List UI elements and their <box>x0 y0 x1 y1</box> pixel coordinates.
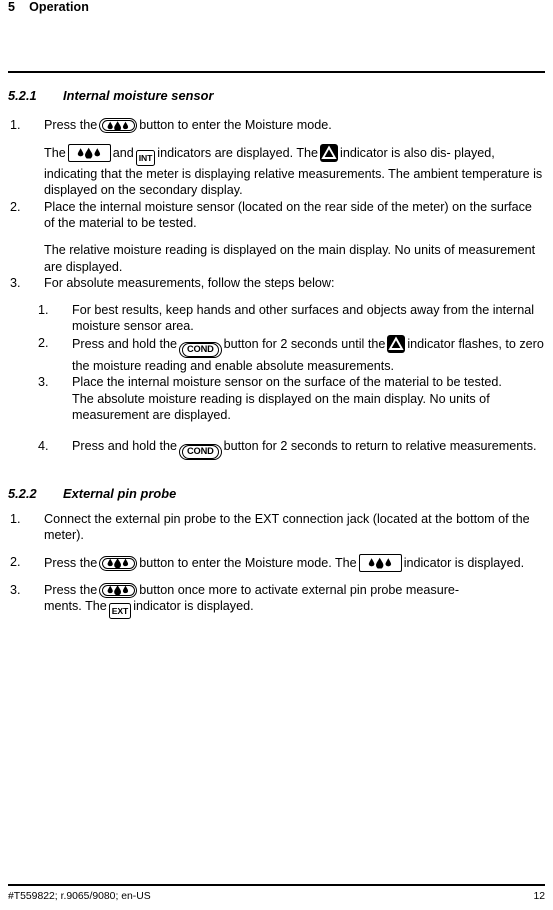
moisture-indicator-icon <box>358 553 402 572</box>
list-marker: 1. <box>38 302 49 317</box>
cond-button-inner: COND <box>182 342 219 357</box>
cond-button-inner: COND <box>182 444 219 459</box>
note-text-1: The <box>44 145 66 160</box>
step-text: For absolute measurements, follow the st… <box>44 276 335 291</box>
document-id: #T559822; r.9065/9080; en-US <box>8 891 151 902</box>
water-drops-glyph <box>360 557 401 569</box>
absolute-measurement-step-list: 1. For best results, keep hands and othe… <box>36 302 545 460</box>
cond-button-icon: COND <box>179 443 222 460</box>
page-content: 5.2.1 Internal moisture sensor 1. Press t… <box>8 88 545 620</box>
list-marker: 4. <box>38 438 49 453</box>
list-marker: 2. <box>10 199 21 214</box>
moisture-button-icon <box>99 555 138 571</box>
step-text-3: ments. The <box>44 599 107 614</box>
section-title: Internal moisture sensor <box>63 88 214 103</box>
note-text-4: indicator is also dis- <box>340 145 451 160</box>
step-text: Press the <box>44 118 98 132</box>
chapter-number: 5 <box>8 0 16 14</box>
list-marker: 3. <box>10 582 21 597</box>
substep-text-2: button for 2 seconds to return to relati… <box>223 438 537 453</box>
section-number: 5.2.2 <box>8 485 37 501</box>
step-text-4: indicator is displayed. <box>133 599 254 614</box>
external-probe-step-list: 1. Connect the external pin probe to the… <box>8 511 545 620</box>
step-text: Connect the external pin probe to the EX… <box>44 511 530 543</box>
list-item: 3. For absolute measurements, follow the… <box>8 275 545 292</box>
step-text-1: Press the <box>44 555 98 570</box>
list-item: 3. Place the internal moisture sensor on… <box>36 374 545 424</box>
step-text-1: Press the <box>44 582 98 597</box>
list-item: 1. Press the button to enter the Moisture… <box>8 117 545 134</box>
cond-label: COND <box>187 445 214 456</box>
delta-indicator-icon <box>320 143 339 162</box>
list-item: 2. Place the internal moisture sensor (l… <box>8 199 545 232</box>
chapter-title: Operation <box>29 0 89 14</box>
list-marker: 1. <box>10 118 21 132</box>
running-header: 5 Operation <box>8 0 89 14</box>
step-text-2: button to enter the Moisture mode. The <box>139 555 357 570</box>
substep-text-2: button for 2 seconds until the <box>223 336 386 351</box>
moisture-button-icon <box>99 118 138 133</box>
list-marker: 3. <box>10 276 21 291</box>
step-text-continued: button to enter the Moisture mode. <box>139 118 332 132</box>
header-divider <box>8 71 545 73</box>
absolute-measurement-substeps-wrapper: 1. For best results, keep hands and othe… <box>8 302 545 460</box>
section-heading-internal-moisture-sensor: 5.2.1 Internal moisture sensor <box>8 88 545 103</box>
substep-text-1: Press and hold the <box>72 336 178 351</box>
page-footer: #T559822; r.9065/9080; en-US 12 <box>8 891 545 902</box>
list-marker: 2. <box>10 554 21 569</box>
moisture-indicator-icon <box>67 143 111 162</box>
substep-text: For best results, keep hands and other s… <box>72 302 535 334</box>
int-indicator-icon: INT <box>135 149 156 166</box>
water-drops-glyph <box>100 585 136 596</box>
list-marker: 3. <box>38 375 49 390</box>
list-item: 2. Press the button to enter the Moisture… <box>8 553 545 572</box>
water-drops-glyph <box>100 558 136 569</box>
list-item: 4. Press and hold the COND button for 2 se… <box>36 438 545 460</box>
step-text: Place the internal moisture sensor (loca… <box>44 199 532 231</box>
ext-label: EXT <box>111 606 129 617</box>
int-label: INT <box>138 152 153 163</box>
list-marker: 2. <box>38 335 49 350</box>
cond-button-icon: COND <box>179 341 222 358</box>
internal-sensor-step-list: 1. Press the button to enter the Moisture… <box>8 117 545 292</box>
note-text-2: and <box>112 145 134 160</box>
list-item: 1. For best results, keep hands and othe… <box>36 302 545 335</box>
substep-note: The absolute moisture reading is display… <box>72 391 490 423</box>
list-item: 3. Press the button once more to activate… <box>8 582 545 620</box>
step-text-3: indicator is displayed. <box>403 555 525 570</box>
section-number: 5.2.1 <box>8 88 37 103</box>
section-heading-external-pin-probe: 5.2.2 External pin probe <box>8 486 545 501</box>
document-page: 5 Operation 5.2.1 Internal moisture sensor… <box>0 0 553 910</box>
list-marker: 1. <box>10 511 21 526</box>
note-text: The relative moisture reading is display… <box>44 242 536 274</box>
moisture-button-icon <box>99 582 138 598</box>
list-item: 1. Connect the external pin probe to the… <box>8 511 545 544</box>
note-text-3: indicators are displayed. The <box>157 145 319 160</box>
list-item-note: The relative moisture reading is display… <box>8 242 545 275</box>
substep-text-1: Press and hold the <box>72 438 178 453</box>
ext-indicator-icon: EXT <box>108 603 132 620</box>
water-drops-glyph <box>100 120 136 131</box>
section-title: External pin probe <box>63 485 177 501</box>
list-item-note: The and INT indicators are displayed. The in… <box>8 143 545 199</box>
water-drops-glyph <box>69 147 110 159</box>
substep-text: Place the internal moisture sensor on th… <box>72 375 502 390</box>
list-item: 2. Press and hold the COND button for 2 se… <box>36 334 545 374</box>
cond-label: COND <box>187 343 214 354</box>
footer-divider <box>8 884 545 886</box>
delta-indicator-icon <box>387 334 406 353</box>
step-text-2: button once more to activate external pi… <box>139 582 460 597</box>
page-number: 12 <box>533 891 545 902</box>
